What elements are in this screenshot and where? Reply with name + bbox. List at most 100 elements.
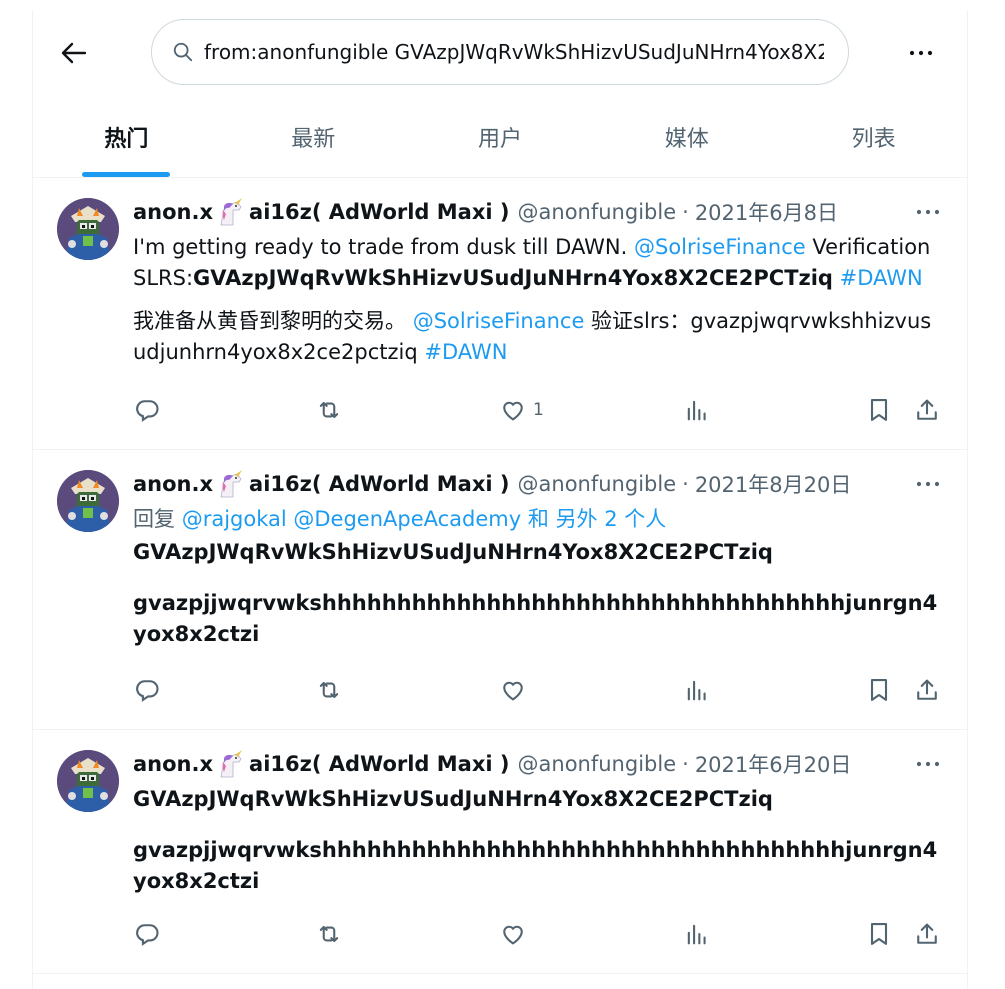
search-icon bbox=[173, 42, 193, 62]
tab-bar: 热门 最新 用户 媒体 列表 bbox=[33, 96, 967, 178]
avatar[interactable] bbox=[57, 470, 119, 532]
like-button[interactable] bbox=[499, 919, 533, 949]
more-horizontal-icon bbox=[908, 49, 934, 57]
user-handle[interactable]: @anonfungible bbox=[518, 472, 677, 496]
address-text: GVAzpJWqRvWkShHizvUSudJuNHrn4Yox8X2CE2PC… bbox=[193, 266, 833, 290]
tweet-paragraph: gvazpjjwqrvwkshhhhhhhhhhhhhhhhhhhhhhhhhh… bbox=[133, 591, 938, 646]
more-options-button[interactable] bbox=[903, 38, 939, 68]
display-name[interactable]: anon.x bbox=[133, 200, 213, 224]
tweet-text: 回复 @rajgokal @DegenApeAcademy 和 另外 2 个人 … bbox=[133, 504, 943, 650]
views-button[interactable] bbox=[683, 395, 711, 425]
share-button[interactable] bbox=[913, 919, 941, 949]
repost-button[interactable] bbox=[315, 675, 343, 705]
display-name[interactable]: anon.x bbox=[133, 472, 213, 496]
top-bar: from:anonfungible GVAzpJWqRvWkShHizvUSud… bbox=[33, 10, 967, 96]
display-name-suffix[interactable]: ai16z( AdWorld Maxi ) bbox=[249, 752, 509, 776]
share-icon bbox=[913, 396, 941, 424]
back-button[interactable] bbox=[53, 32, 95, 74]
avatar[interactable] bbox=[57, 750, 119, 812]
tweet-more-button[interactable] bbox=[911, 472, 945, 496]
reply-icon bbox=[133, 920, 161, 948]
tweet-more-button[interactable] bbox=[911, 752, 945, 776]
tab-media[interactable]: 媒体 bbox=[593, 96, 780, 177]
separator: · bbox=[682, 472, 689, 496]
user-handle[interactable]: @anonfungible bbox=[518, 200, 677, 224]
address-text: GVAzpJWqRvWkShHizvUSudJuNHrn4Yox8X2CE2PC… bbox=[133, 540, 773, 564]
bookmark-button[interactable] bbox=[865, 919, 893, 949]
mention-link[interactable]: @SolriseFinance bbox=[634, 235, 806, 259]
tweet-header: anon.x ai16z( AdWorld Maxi ) @anonfungib… bbox=[133, 464, 943, 504]
views-icon bbox=[683, 676, 711, 704]
address-text: GVAzpJWqRvWkShHizvUSudJuNHrn4Yox8X2CE2PC… bbox=[133, 787, 773, 811]
views-button[interactable] bbox=[683, 919, 711, 949]
views-icon bbox=[683, 396, 711, 424]
tweet-actions bbox=[33, 903, 967, 969]
hashtag-link[interactable]: #DAWN bbox=[424, 340, 507, 364]
repost-button[interactable] bbox=[315, 395, 343, 425]
more-horizontal-icon bbox=[916, 208, 940, 216]
tab-people[interactable]: 用户 bbox=[407, 96, 594, 177]
tweet-header: anon.x ai16z( AdWorld Maxi ) @anonfungib… bbox=[133, 744, 943, 784]
display-name-suffix[interactable]: ai16z( AdWorld Maxi ) bbox=[249, 472, 509, 496]
user-handle[interactable]: @anonfungible bbox=[518, 752, 677, 776]
tab-label: 媒体 bbox=[664, 126, 709, 152]
tab-lists[interactable]: 列表 bbox=[780, 96, 967, 177]
views-button[interactable] bbox=[683, 675, 711, 705]
search-query: from:anonfungible GVAzpJWqRvWkShHizvUSud… bbox=[204, 40, 824, 64]
share-button[interactable] bbox=[913, 395, 941, 425]
tab-label: 用户 bbox=[477, 126, 522, 152]
reply-button[interactable] bbox=[133, 919, 161, 949]
tweet-date[interactable]: 2021年8月20日 bbox=[695, 469, 852, 499]
tweet-paragraph: I'm getting ready to trade from dusk til… bbox=[133, 232, 943, 294]
reply-button[interactable] bbox=[133, 675, 161, 705]
hashtag-link[interactable]: #DAWN bbox=[840, 266, 923, 290]
tweet-actions bbox=[33, 659, 967, 725]
reply-to-link[interactable]: @rajgokal @DegenApeAcademy 和 另外 2 个人 bbox=[182, 507, 667, 531]
separator: · bbox=[682, 200, 689, 224]
text bbox=[833, 266, 840, 290]
tab-top[interactable]: 热门 bbox=[33, 96, 220, 177]
display-name-suffix[interactable]: ai16z( AdWorld Maxi ) bbox=[249, 200, 509, 224]
reply-button[interactable] bbox=[133, 395, 161, 425]
share-icon bbox=[913, 676, 941, 704]
tweet-text: I'm getting ready to trade from dusk til… bbox=[133, 232, 943, 368]
tweet[interactable]: anon.x ai16z( AdWorld Maxi ) @anonfungib… bbox=[33, 178, 967, 450]
tweet-date[interactable]: 2021年6月20日 bbox=[695, 749, 852, 779]
text: I'm getting ready to trade from dusk til… bbox=[133, 235, 634, 259]
unicorn-icon bbox=[215, 470, 247, 498]
heart-icon bbox=[499, 676, 527, 704]
tweet[interactable]: anon.x ai16z( AdWorld Maxi ) @anonfungib… bbox=[33, 450, 967, 730]
tab-latest[interactable]: 最新 bbox=[220, 96, 407, 177]
tweet-text: GVAzpJWqRvWkShHizvUSudJuNHrn4Yox8X2CE2PC… bbox=[133, 784, 943, 897]
bookmark-icon bbox=[865, 920, 893, 948]
bookmark-button[interactable] bbox=[865, 395, 893, 425]
like-button[interactable] bbox=[499, 675, 533, 705]
avatar[interactable] bbox=[57, 198, 119, 260]
repost-icon bbox=[315, 396, 343, 424]
tweet[interactable]: anon.x ai16z( AdWorld Maxi ) @anonfungib… bbox=[33, 730, 967, 974]
repost-icon bbox=[315, 676, 343, 704]
tweet-date[interactable]: 2021年6月8日 bbox=[695, 197, 838, 227]
like-button[interactable]: 1 bbox=[499, 395, 544, 425]
tweet-more-button[interactable] bbox=[911, 200, 945, 224]
share-button[interactable] bbox=[913, 675, 941, 705]
tab-label: 列表 bbox=[851, 126, 896, 152]
search-results-page: from:anonfungible GVAzpJWqRvWkShHizvUSud… bbox=[32, 10, 968, 989]
bookmark-icon bbox=[865, 676, 893, 704]
like-count: 1 bbox=[533, 400, 544, 420]
unicorn-icon bbox=[215, 750, 247, 778]
search-input[interactable]: from:anonfungible GVAzpJWqRvWkShHizvUSud… bbox=[151, 19, 849, 85]
mention-link[interactable]: @SolriseFinance bbox=[413, 309, 585, 333]
share-icon bbox=[913, 920, 941, 948]
tweet-actions: 1 bbox=[33, 379, 967, 445]
tweet-paragraph: gvazpjjwqrvwkshhhhhhhhhhhhhhhhhhhhhhhhhh… bbox=[133, 838, 938, 893]
bookmark-button[interactable] bbox=[865, 675, 893, 705]
tab-label: 最新 bbox=[291, 126, 336, 152]
views-icon bbox=[683, 920, 711, 948]
active-tab-indicator bbox=[82, 172, 171, 177]
repost-icon bbox=[315, 920, 343, 948]
reply-icon bbox=[133, 396, 161, 424]
display-name[interactable]: anon.x bbox=[133, 752, 213, 776]
bookmark-icon bbox=[865, 396, 893, 424]
repost-button[interactable] bbox=[315, 919, 343, 949]
